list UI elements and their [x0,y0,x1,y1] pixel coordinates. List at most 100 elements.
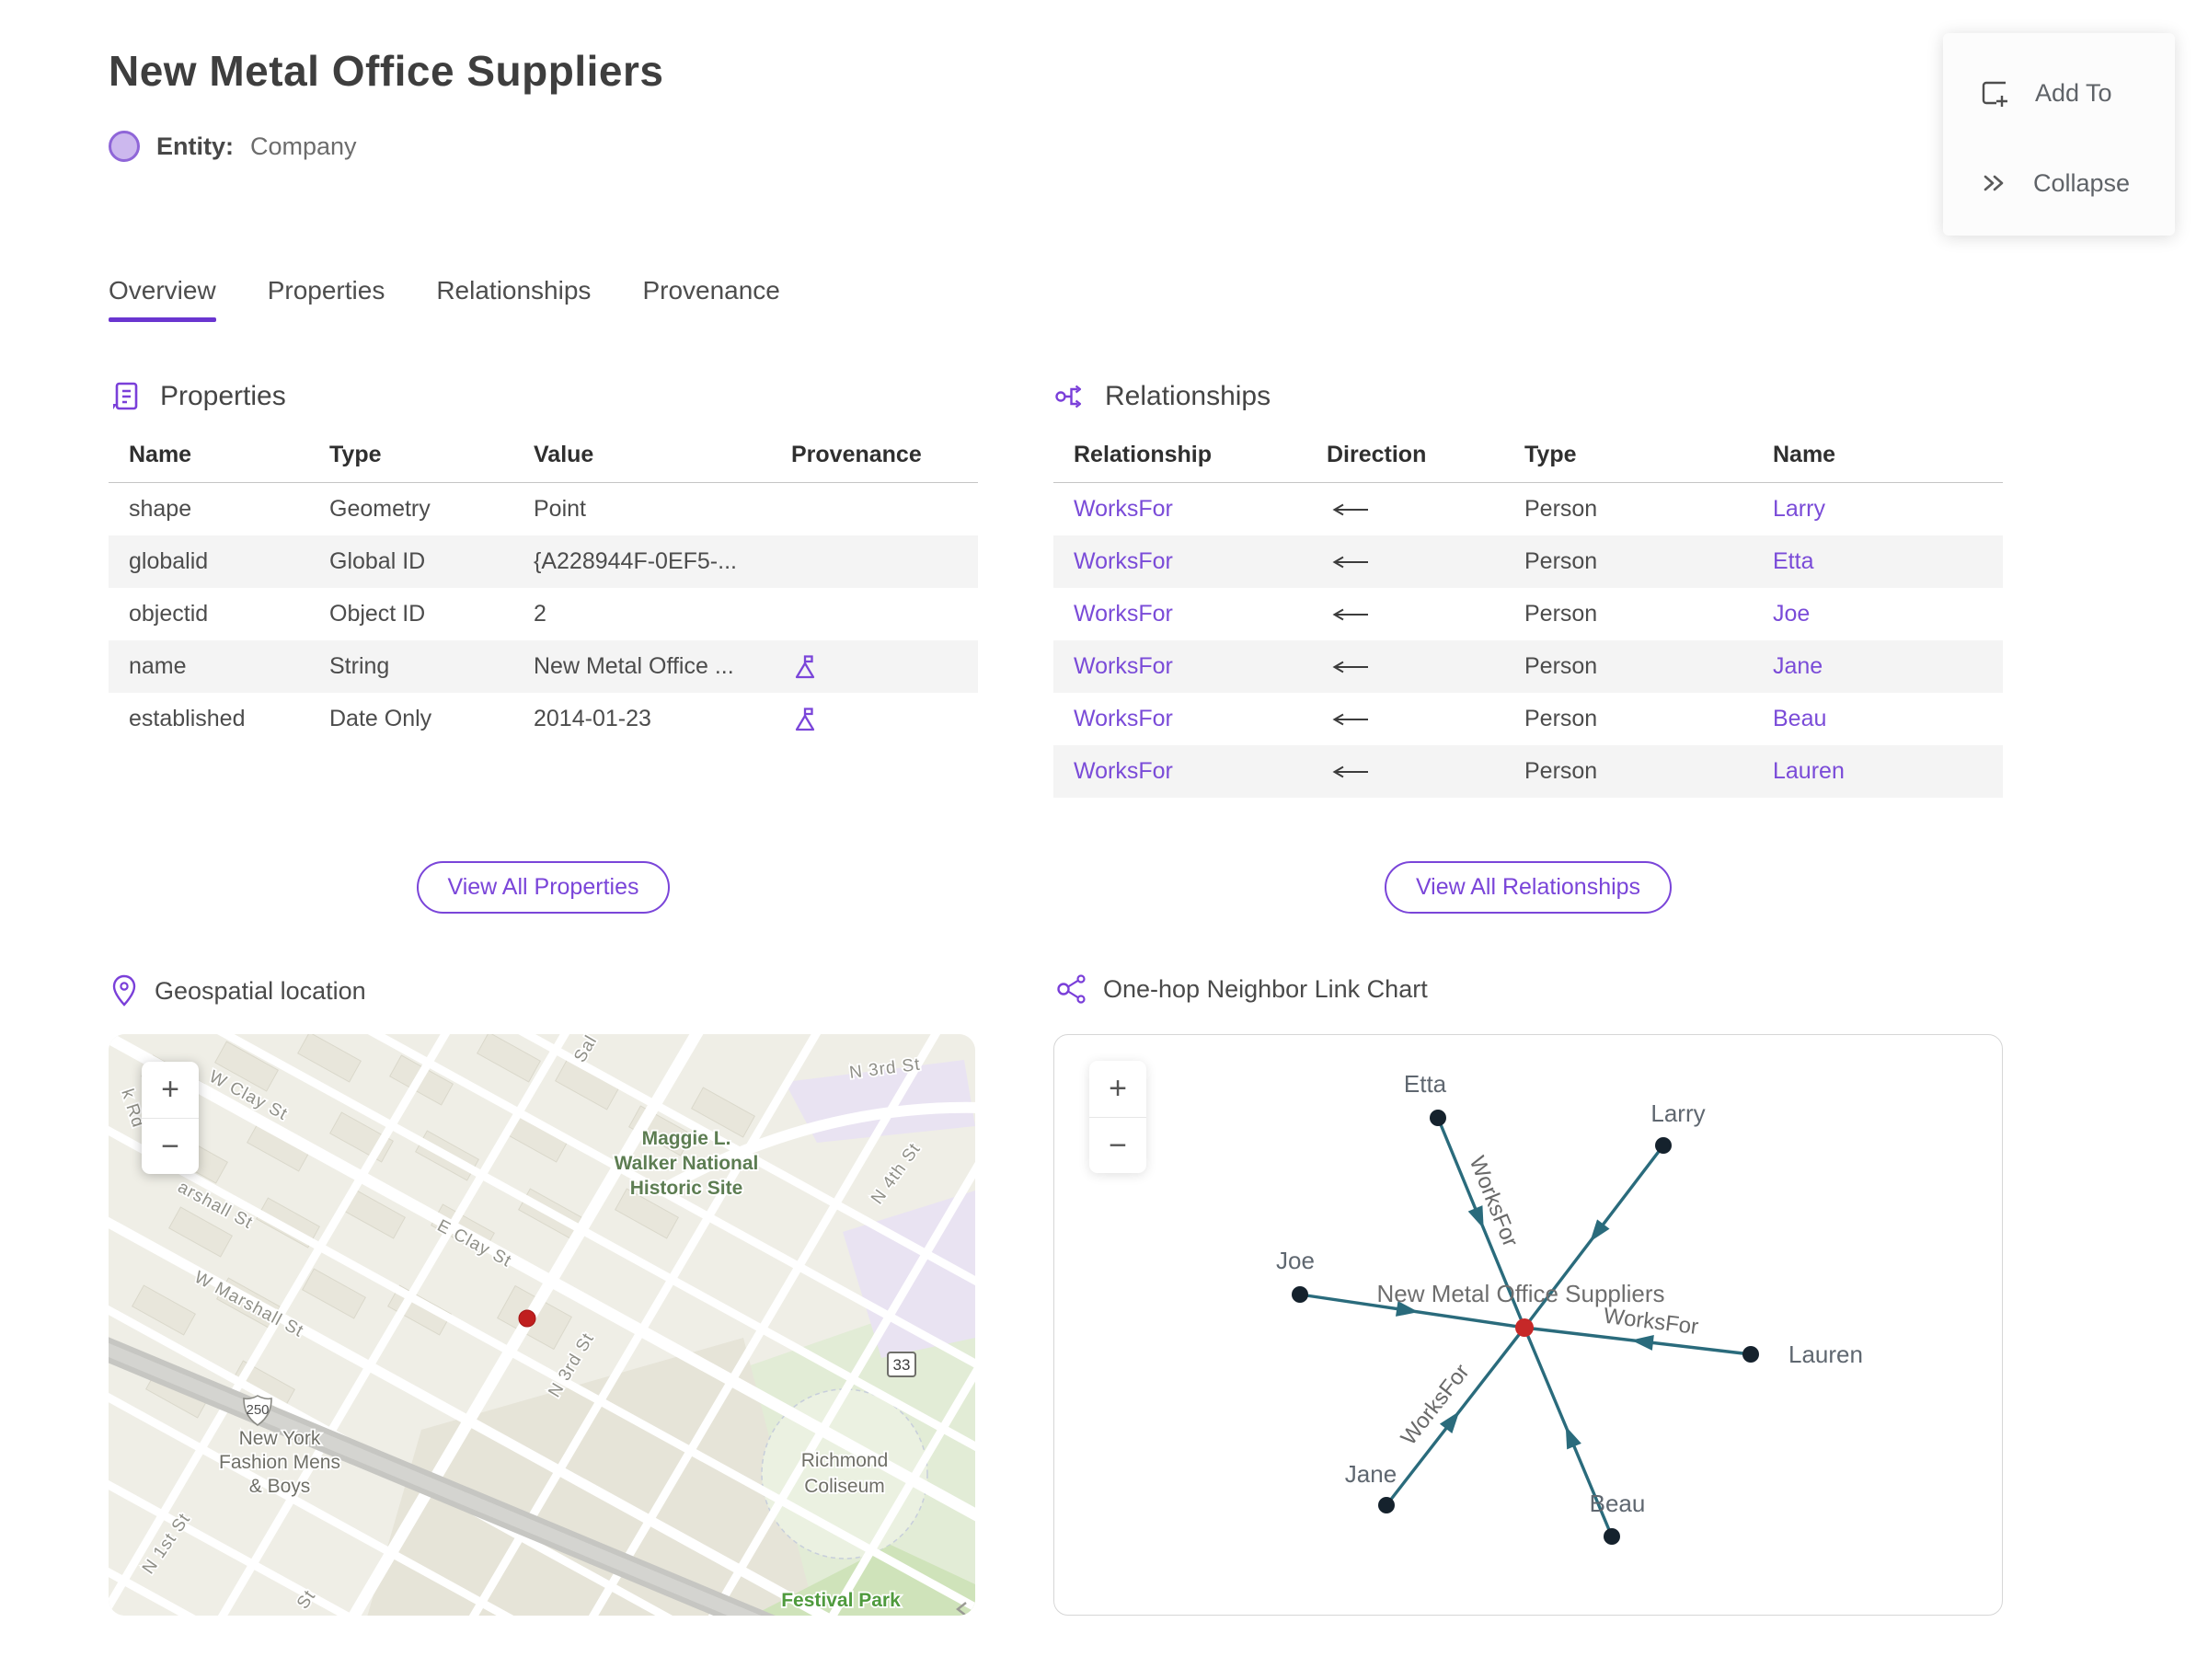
column-header: Direction [1327,442,1427,467]
relationship-link[interactable]: WorksFor [1053,496,1306,523]
map-label: & Boys [249,1476,311,1497]
chart-node-label: Larry [1650,1099,1705,1127]
properties-section-header: Properties [109,375,978,418]
map-canvas[interactable]: k Rd W Clay StSalarshall StW Marshall StE… [109,1034,975,1616]
map-label: New York [239,1428,321,1449]
properties-section-title: Properties [160,381,286,411]
entity-label: Entity: [156,132,234,160]
view-all-properties-button[interactable]: View All Properties [416,861,671,914]
table-cell: objectid [129,601,209,627]
chart-center-label: New Metal Office Suppliers [1376,1280,1664,1307]
link-chart-canvas[interactable]: WorksForWorksForWorksForEttaLarryJoeLaur… [1054,1035,2002,1615]
tab-overview[interactable]: Overview [109,276,216,322]
add-to-icon [1982,81,2007,107]
relationships-section-header: Relationships [1053,375,2003,418]
relationship-link[interactable]: WorksFor [1053,706,1306,732]
collapse-button[interactable]: Collapse [1943,151,2175,215]
geospatial-map[interactable]: k Rd W Clay St Sal arshall St W Marshall St E… [109,1034,975,1616]
table-cell: name [129,653,187,679]
add-to-button[interactable]: Add To [1943,61,2175,125]
direction-arrow-icon [1306,607,1504,622]
svg-text:33: 33 [893,1356,911,1374]
entity-link[interactable]: Lauren [1753,758,2003,785]
entity-link[interactable]: Joe [1753,601,2003,627]
entity-link[interactable]: Jane [1753,653,2003,680]
tab-properties[interactable]: Properties [268,276,385,322]
chart-node[interactable] [1655,1137,1672,1154]
table-row: established Date Only 2014-01-23 [109,693,978,745]
relationships-icon [1055,385,1082,408]
direction-arrow-icon [1306,712,1504,727]
map-zoom-out-button[interactable]: − [142,1118,199,1174]
entity-link[interactable]: Etta [1753,548,2003,575]
chart-node[interactable] [1604,1528,1620,1545]
column-header: Name [129,442,192,467]
table-cell: shape [129,496,192,522]
chart-zoom-out-button[interactable]: − [1089,1117,1146,1173]
geospatial-section-title: Geospatial location [155,976,366,1005]
map-zoom-in-button[interactable]: + [142,1062,199,1118]
map-label: Festival Park [781,1590,901,1611]
chart-node[interactable] [1430,1110,1446,1126]
relationship-link[interactable]: WorksFor [1053,601,1306,627]
table-header: Name Type Value Provenance [109,442,978,483]
column-header: Type [1524,442,1577,467]
table-cell: Person [1524,706,1598,731]
chart-node[interactable] [1292,1286,1308,1303]
map-label: Coliseum [804,1476,885,1497]
chart-zoom-control: + − [1089,1061,1146,1173]
entity-link[interactable]: Beau [1753,706,2003,732]
tab-relationships[interactable]: Relationships [436,276,591,322]
tab-bar: Overview Properties Relationships Provenanc… [109,276,780,322]
direction-arrow-icon [1306,765,1504,779]
table-cell: Person [1524,758,1598,784]
table-cell: 2 [534,601,546,627]
relationship-link[interactable]: WorksFor [1053,653,1306,680]
entity-summary: Entity: Company [109,131,357,162]
tab-provenance[interactable]: Provenance [642,276,779,322]
entity-link[interactable]: Larry [1753,496,2003,523]
table-cell: New Metal Office ... [534,653,734,679]
relationship-link[interactable]: WorksFor [1053,548,1306,575]
provenance-flag-icon[interactable] [771,706,978,733]
relationship-link[interactable]: WorksFor [1053,758,1306,785]
properties-icon [113,382,138,410]
chart-node-label: Etta [1404,1070,1447,1098]
chart-node-label: Beau [1590,1490,1646,1517]
view-all-relationships-button[interactable]: View All Relationships [1384,861,1673,914]
svg-text:250: 250 [246,1402,269,1418]
table-row: WorksFor Person Lauren [1053,745,2003,798]
entity-type-dot [109,131,140,162]
column-header: Name [1773,442,1836,467]
chart-node-label: Lauren [1788,1341,1863,1368]
chart-edge-label: WorksFor [1603,1304,1700,1340]
actions-panel: Add To Collapse [1943,33,2175,236]
table-cell: Date Only [329,706,432,731]
chart-node-label: Jane [1345,1460,1397,1488]
table-cell: globalid [129,548,209,574]
chart-node[interactable] [1378,1497,1395,1513]
entity-type-value: Company [250,132,357,160]
column-header: Value [534,442,594,467]
map-label: Walker National [615,1153,759,1174]
table-cell: Global ID [329,548,426,574]
relationships-table: Relationship Direction Type Name WorksFor Per… [1053,442,2003,798]
link-chart-section-header: One-hop Neighbor Link Chart [1053,973,1428,1005]
table-row: globalid Global ID {A228944F-0EF5-... [109,535,978,588]
map-route-shield: 33 [887,1352,916,1377]
table-cell: Object ID [329,601,426,627]
table-row: WorksFor Person Jane [1053,640,2003,693]
link-chart-panel[interactable]: WorksFor WorksFor WorksFor Etta Larry Joe Laur… [1053,1034,2003,1616]
properties-table: Name Type Value Provenance shape Geometry Poin… [109,442,978,745]
column-header: Relationship [1074,442,1213,467]
link-chart-icon [1057,974,1086,1004]
map-entity-marker[interactable] [518,1309,536,1328]
chart-center-node[interactable] [1515,1318,1534,1337]
chart-zoom-in-button[interactable]: + [1089,1061,1146,1117]
table-cell: Person [1524,496,1598,522]
relationships-section-title: Relationships [1105,381,1271,411]
chart-node[interactable] [1742,1346,1759,1363]
map-pin-icon [112,974,136,1007]
provenance-flag-icon[interactable] [771,653,978,681]
link-chart-section-title: One-hop Neighbor Link Chart [1103,974,1428,1003]
